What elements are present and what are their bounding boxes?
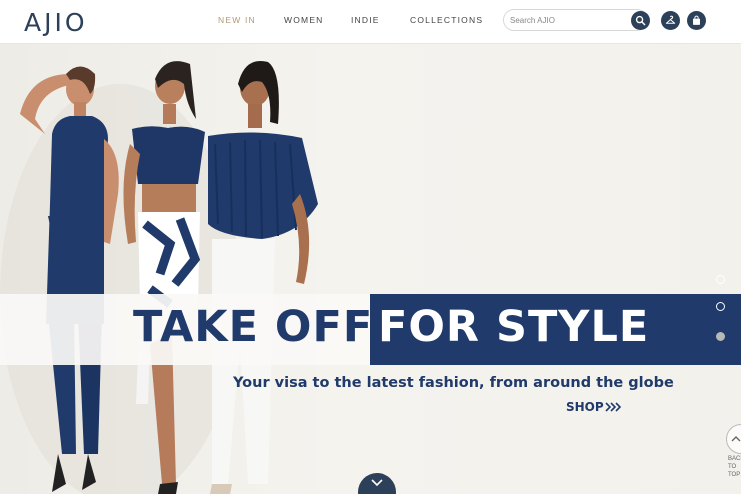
wishlist-hanger-icon [665, 15, 676, 24]
nav-women[interactable]: WOMEN [284, 15, 324, 25]
shop-label: SHOP [566, 400, 604, 414]
wishlist-button[interactable] [661, 11, 680, 30]
back-to-top-button[interactable] [726, 424, 741, 454]
nav-indie[interactable]: INDIE [351, 15, 380, 25]
double-chevron-right-icon [605, 402, 621, 412]
search-icon [635, 15, 646, 26]
search-input[interactable] [510, 13, 628, 27]
nav-new-in[interactable]: NEW IN [218, 15, 256, 25]
bag-button[interactable] [687, 11, 706, 30]
shopping-bag-icon [693, 15, 700, 25]
nav-collections[interactable]: COLLECTIONS [410, 15, 483, 25]
search-box [503, 9, 648, 31]
hero-banner[interactable]: TAKE OFF FOR STYLE Your visa to the late… [0, 44, 741, 494]
slide-dot-1[interactable] [716, 275, 725, 284]
shop-link[interactable]: SHOP [566, 400, 621, 414]
headline-for-style: FOR STYLE [378, 302, 650, 352]
slide-dot-3[interactable] [716, 332, 725, 341]
headline-take-off: TAKE OFF [133, 302, 374, 352]
slide-dot-2[interactable] [716, 302, 725, 311]
search-button[interactable] [631, 11, 650, 30]
ajio-logo[interactable]: AJIO [24, 8, 88, 37]
models-photo [0, 60, 318, 494]
chevron-up-icon [731, 436, 741, 442]
model-right-figure [208, 60, 318, 494]
site-header: AJIO NEW IN WOMEN INDIE COLLECTIONS [0, 0, 741, 44]
chevron-down-icon [371, 479, 383, 487]
hero-tagline: Your visa to the latest fashion, from ar… [233, 375, 674, 391]
scroll-down-button[interactable] [358, 473, 396, 494]
back-to-top-label: BACK TO TOP [728, 456, 741, 478]
